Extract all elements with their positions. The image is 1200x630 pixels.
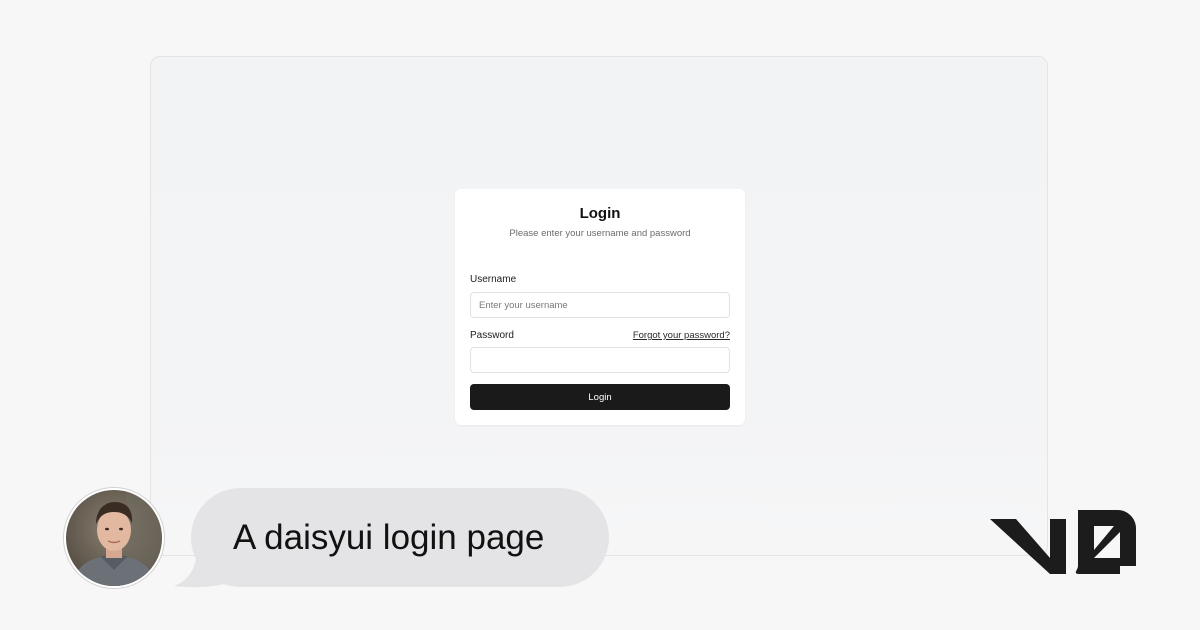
login-title: Login bbox=[579, 205, 621, 222]
username-label: Username bbox=[470, 274, 517, 285]
password-label: Password bbox=[470, 330, 514, 341]
og-image-canvas: Login Please enter your username and pas… bbox=[0, 0, 1200, 630]
app-preview-frame: Login Please enter your username and pas… bbox=[150, 56, 1048, 556]
login-card: Login Please enter your username and pas… bbox=[455, 189, 745, 425]
login-subtitle: Please enter your username and password bbox=[509, 228, 691, 239]
username-input[interactable] bbox=[470, 292, 730, 318]
forgot-password-link[interactable]: Forgot your password? bbox=[633, 330, 730, 341]
password-input[interactable] bbox=[470, 347, 730, 373]
login-button[interactable]: Login bbox=[470, 384, 730, 410]
user-avatar-photo-icon bbox=[66, 490, 162, 586]
prompt-bubble: A daisyui login page bbox=[191, 488, 609, 587]
prompt-text: A daisyui login page bbox=[233, 518, 545, 557]
user-avatar bbox=[64, 488, 164, 588]
v0-logo-icon bbox=[990, 510, 1136, 574]
